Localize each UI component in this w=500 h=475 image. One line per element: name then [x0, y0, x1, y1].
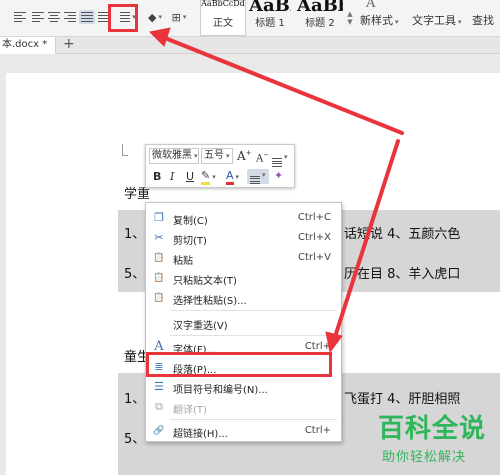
arrow-to-paragraph: [332, 139, 400, 342]
annotation-arrows: [148, 27, 404, 354]
watermark-logo: 百科全说 助你轻松解决: [364, 408, 500, 475]
watermark-title: 百科全说: [378, 414, 487, 444]
watermark-subtitle: 助你轻松解决: [382, 450, 467, 465]
arrow-head-icon: [325, 331, 343, 354]
arrow-head-icon: [148, 27, 171, 47]
arrow-to-line-spacing: [158, 34, 404, 135]
